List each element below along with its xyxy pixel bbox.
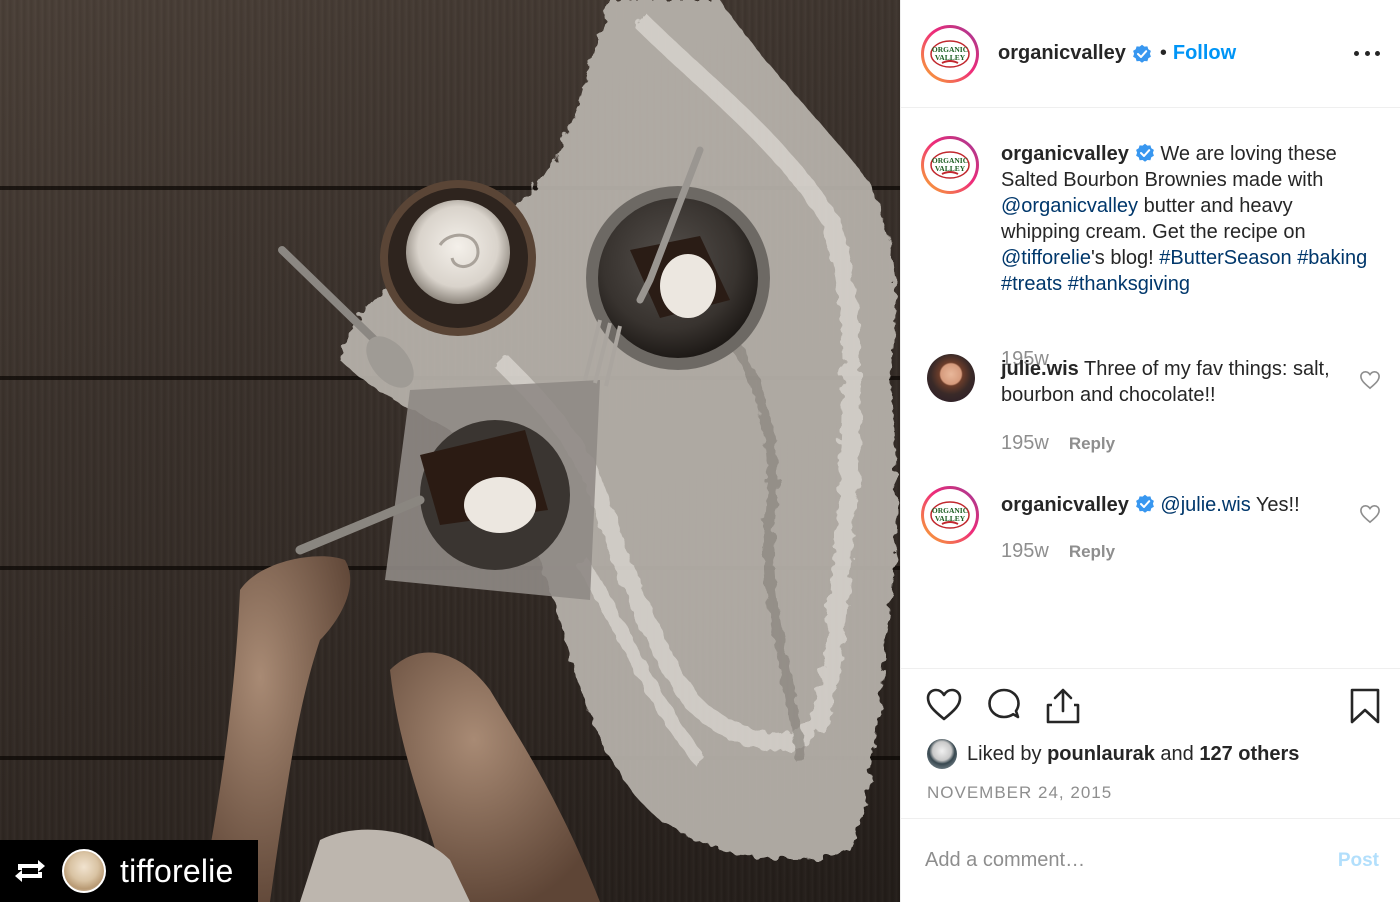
comment-text: julie.wis Three of my fav things: salt, … [1001, 356, 1376, 408]
caption-text: organicvalley We are loving these Salted… [1001, 141, 1376, 297]
mention-link[interactable]: @organicvalley [1001, 195, 1138, 217]
hashtag-link[interactable]: #treats [1001, 273, 1062, 295]
post-actions: Liked by pounlaurak and 127 others NOVEM… [901, 668, 1400, 818]
caption-username[interactable]: organicvalley [1001, 143, 1129, 165]
comment-row: julie.wis Three of my fav things: salt, … [921, 354, 1381, 464]
comment-meta: 195w Reply [1001, 432, 1115, 455]
comment-username[interactable]: julie.wis [1001, 358, 1079, 380]
post-date[interactable]: NOVEMBER 24, 2015 [927, 783, 1112, 803]
commenter-avatar[interactable] [927, 354, 975, 402]
header-username[interactable]: organicvalley [998, 42, 1126, 65]
repost-icon [15, 860, 45, 882]
brownies-scene-illustration [200, 0, 897, 902]
mention-link[interactable]: @julie.wis [1160, 494, 1250, 516]
likes-others-link[interactable]: 127 others [1199, 743, 1299, 766]
caption-avatar[interactable]: ORGANIC VALLEY [921, 136, 979, 194]
hashtag-link[interactable]: #ButterSeason [1159, 247, 1291, 269]
heart-icon[interactable] [925, 687, 963, 723]
verified-badge-icon [1135, 494, 1154, 513]
comment-like-heart-icon[interactable] [1359, 370, 1381, 390]
hashtag-link[interactable]: #thanksgiving [1068, 273, 1190, 295]
follow-button[interactable]: Follow [1173, 42, 1236, 65]
comment-like-heart-icon[interactable] [1359, 504, 1381, 524]
commenter-avatar[interactable]: ORGANIC VALLEY [921, 486, 979, 544]
add-comment-input[interactable] [925, 849, 1338, 872]
repost-attribution-badge[interactable]: tifforelie [0, 840, 258, 902]
comment-text: organicvalley @julie.wis Yes!! [1001, 492, 1376, 518]
organic-valley-logo: ORGANIC VALLEY [927, 492, 973, 538]
caption-text-part3: 's blog! [1090, 247, 1160, 269]
instagram-post-view: tifforelie ORGANIC VALLEY organicvalley … [0, 0, 1400, 902]
organic-valley-logo: ORGANIC VALLEY [927, 30, 973, 77]
add-comment-bar: Post [901, 818, 1400, 902]
action-icons [925, 687, 1381, 727]
repost-user-avatar [62, 849, 106, 893]
more-options-icon[interactable] [1354, 50, 1380, 57]
post-sidebar: ORGANIC VALLEY organicvalley • Follow OR… [900, 0, 1400, 902]
verified-badge-icon [1135, 143, 1154, 162]
reply-button[interactable]: Reply [1069, 434, 1115, 453]
post-header: ORGANIC VALLEY organicvalley • Follow [901, 0, 1400, 108]
comment-username[interactable]: organicvalley [1001, 494, 1129, 516]
caption-row: ORGANIC VALLEY organicvalley We are lovi… [921, 136, 1381, 370]
post-comment-button[interactable]: Post [1338, 850, 1379, 872]
mention-link[interactable]: @tifforelie [1001, 247, 1091, 269]
repost-username[interactable]: tifforelie [120, 853, 233, 890]
bookmark-icon[interactable] [1349, 687, 1381, 725]
reply-button[interactable]: Reply [1069, 542, 1115, 561]
comment-meta: 195w Reply [1001, 540, 1115, 563]
comment-row: ORGANIC VALLEY organicvalley @julie.wis … [921, 486, 1381, 576]
organic-valley-logo: ORGANIC VALLEY [927, 142, 973, 188]
liker-avatar[interactable] [927, 739, 957, 769]
comment-timestamp[interactable]: 195w [1001, 540, 1049, 562]
hashtag-link[interactable]: #baking [1297, 247, 1367, 269]
comment-icon[interactable] [985, 687, 1023, 723]
comments-section: ORGANIC VALLEY organicvalley We are lovi… [901, 108, 1400, 668]
liker-username[interactable]: pounlaurak [1047, 743, 1155, 766]
post-photo[interactable]: tifforelie [0, 0, 900, 902]
likes-middle: and [1160, 742, 1194, 765]
comment-timestamp[interactable]: 195w [1001, 432, 1049, 454]
header-separator: • [1159, 42, 1167, 64]
comment-body: Yes!! [1250, 494, 1300, 516]
verified-badge-icon [1132, 44, 1151, 63]
likes-summary: Liked by pounlaurak and 127 others [927, 739, 1299, 769]
share-icon[interactable] [1045, 687, 1081, 725]
likes-prefix: Liked by [967, 742, 1042, 765]
story-ring[interactable]: ORGANIC VALLEY [921, 24, 979, 83]
